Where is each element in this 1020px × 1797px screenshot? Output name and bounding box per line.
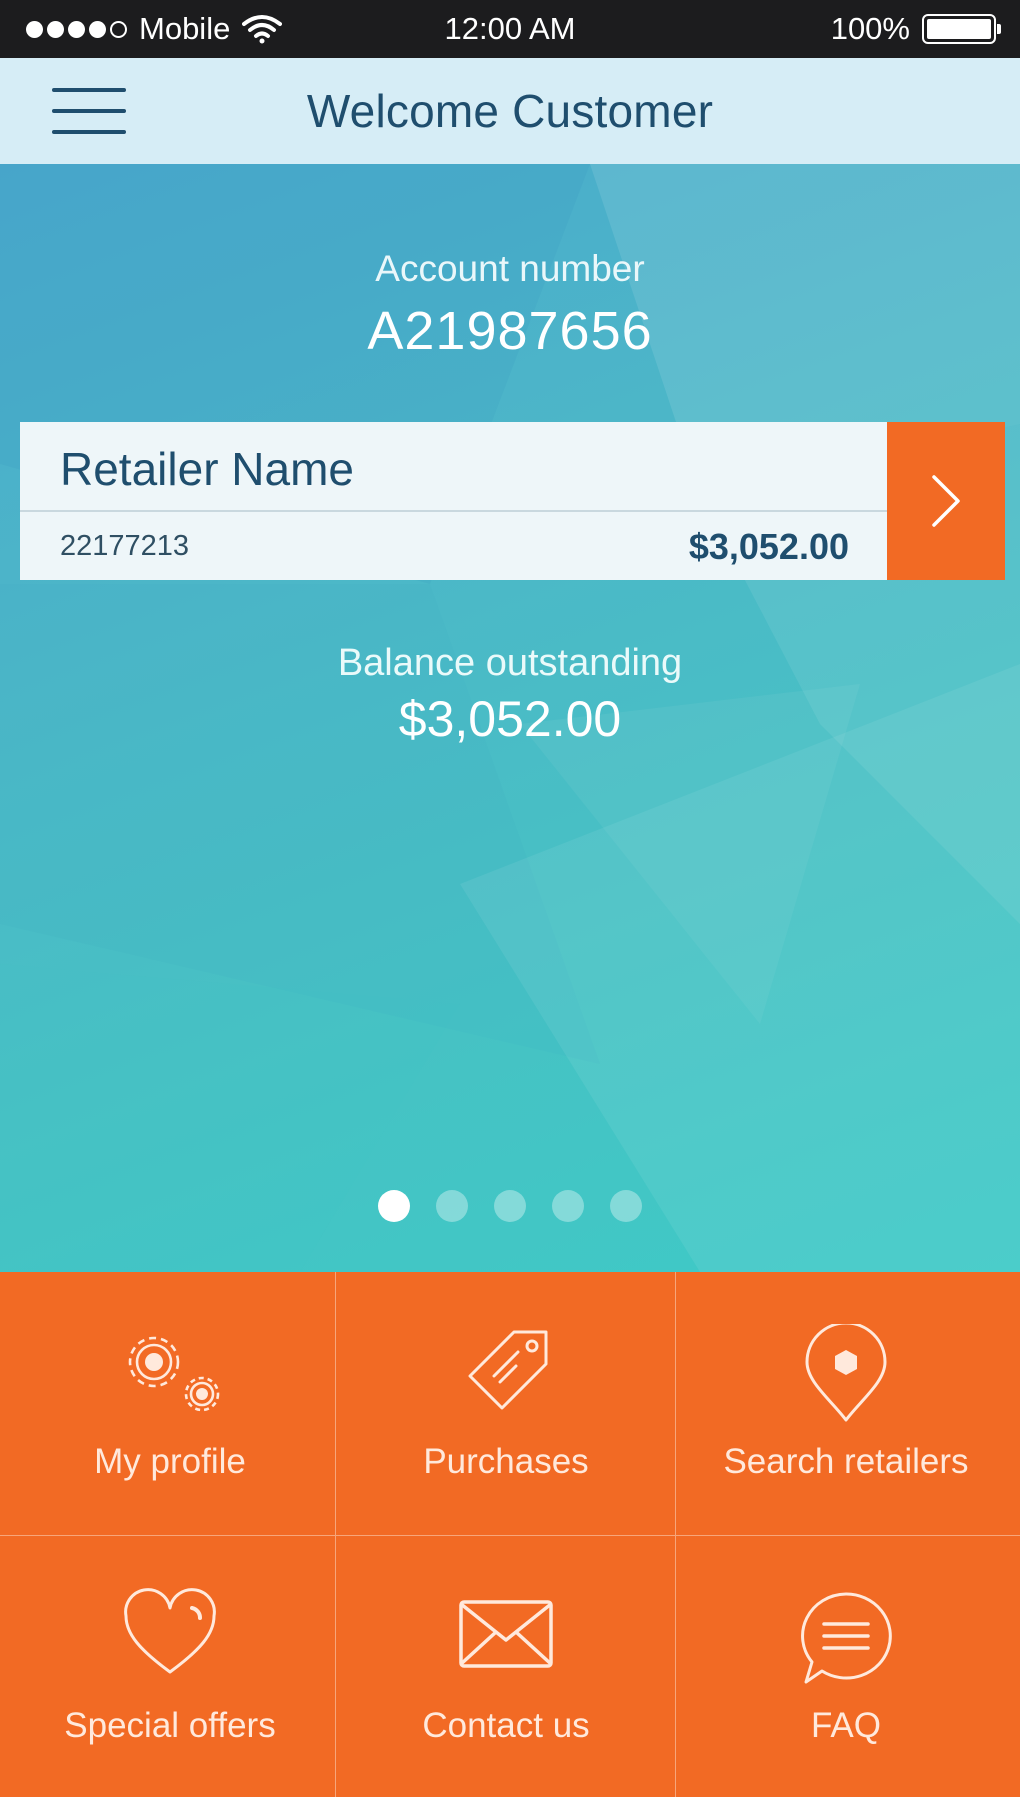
- status-bar: Mobile 12:00 AM 100%: [0, 0, 1020, 58]
- signal-strength-icon: [26, 20, 127, 38]
- carrier-name: Mobile: [139, 11, 231, 46]
- menu-tile-faq[interactable]: FAQ: [676, 1536, 1016, 1797]
- battery-icon: [922, 14, 1001, 44]
- retailer-name: Retailer Name: [60, 443, 354, 495]
- hamburger-menu-icon[interactable]: [52, 88, 126, 134]
- price-tag-icon: [468, 1330, 548, 1410]
- gears-icon: [128, 1336, 220, 1412]
- balance-label: Balance outstanding: [337, 642, 683, 684]
- chat-bubble-icon: [801, 1592, 892, 1684]
- retailer-details-button[interactable]: [887, 422, 1005, 580]
- account-number-value: A21987656: [367, 301, 653, 361]
- heart-icon: [124, 1588, 216, 1674]
- menu-tile-purchases[interactable]: Purchases: [336, 1272, 676, 1535]
- balance-value: $3,052.00: [398, 691, 622, 747]
- pager-dot[interactable]: [494, 1190, 526, 1222]
- pager-dot[interactable]: [552, 1190, 584, 1222]
- retailer-divider: [20, 510, 887, 512]
- menu-tile-special-offers[interactable]: Special offers: [0, 1536, 340, 1797]
- app-screen: Mobile 12:00 AM 100% Welcome Customer Ac…: [0, 0, 1020, 1797]
- envelope-icon: [459, 1600, 553, 1668]
- menu-tile-contact-us[interactable]: Contact us: [336, 1536, 676, 1797]
- retailer-card[interactable]: Retailer Name 22177213 $3,052.00: [20, 422, 1005, 580]
- menu-tile-label: Special offers: [64, 1706, 276, 1745]
- status-right: 100%: [830, 11, 1001, 47]
- status-left: Mobile: [26, 11, 283, 47]
- menu-tile-label: Contact us: [422, 1706, 590, 1745]
- pager-dot[interactable]: [610, 1190, 642, 1222]
- account-summary-carousel[interactable]: Account number A21987656 Retailer Name 2…: [0, 164, 1020, 1272]
- location-pin-icon: [805, 1324, 887, 1422]
- retailer-card-body: Retailer Name 22177213 $3,052.00: [20, 422, 887, 580]
- pager-dot[interactable]: [436, 1190, 468, 1222]
- page-title: Welcome Customer: [306, 85, 714, 137]
- retailer-amount: $3,052.00: [688, 526, 849, 567]
- wifi-icon: [242, 15, 283, 44]
- menu-grid: My profile Purchases Search retailers Sp…: [0, 1272, 1020, 1797]
- menu-tile-label: FAQ: [810, 1706, 882, 1745]
- app-header: Welcome Customer: [0, 58, 1020, 164]
- pager-dot[interactable]: [378, 1190, 410, 1222]
- account-number-label: Account number: [375, 248, 645, 289]
- chevron-right-icon: [932, 475, 960, 527]
- menu-tile-label: My profile: [94, 1442, 246, 1481]
- menu-tile-my-profile[interactable]: My profile: [0, 1272, 340, 1535]
- menu-tile-label: Search retailers: [723, 1442, 969, 1481]
- carousel-pager: [0, 1190, 1020, 1222]
- menu-tile-label: Purchases: [423, 1442, 589, 1481]
- battery-percent: 100%: [830, 11, 910, 46]
- menu-tile-search-retailers[interactable]: Search retailers: [676, 1272, 1016, 1535]
- retailer-id: 22177213: [60, 530, 190, 562]
